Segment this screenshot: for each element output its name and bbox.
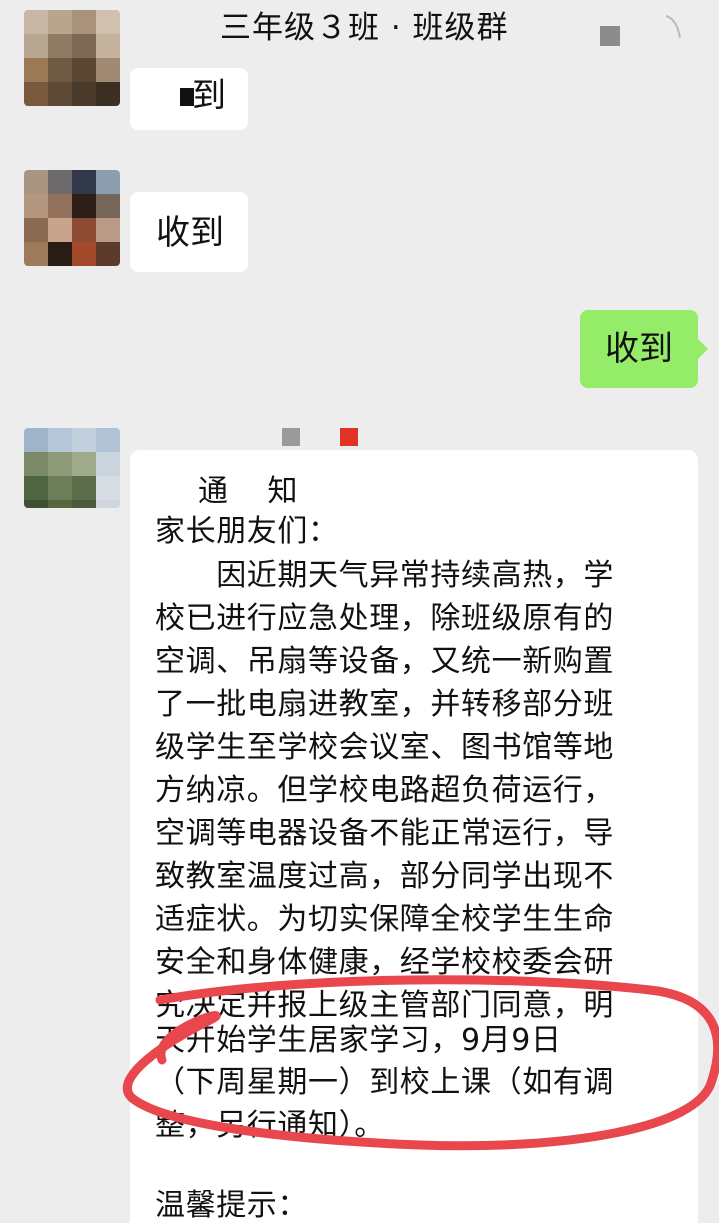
notice-line: 适症状。为切实保障全校学生生命 — [155, 902, 614, 937]
message-text: 收到 — [605, 329, 673, 369]
notice-title: 通 知 — [198, 474, 298, 509]
notice-line: 天开始学生居家学习，9月9日 — [155, 1023, 562, 1058]
curl-icon — [665, 15, 681, 39]
avatar[interactable] — [24, 170, 120, 266]
bubble-tail — [698, 339, 708, 359]
notice-line: 整，另行通知）。 — [155, 1108, 385, 1143]
notice-line: 校已进行应急处理，除班级原有的 — [155, 601, 614, 636]
notice-line: 空调等电器设备不能正常运行，导 — [155, 816, 614, 851]
notice-line: 方纳凉。但学校电路超负荷运行， — [155, 773, 614, 808]
notice-line: 究决定并报上级主管部门同意，明 — [155, 988, 614, 1023]
sender-name-redacted — [340, 428, 358, 446]
avatar[interactable] — [24, 10, 120, 106]
chat-title: 三年级３班 · 班级群 — [220, 10, 509, 46]
notice-line: 级学生至学校会议室、图书馆等地 — [155, 730, 614, 765]
notice-tip: 温馨提示： — [155, 1188, 308, 1223]
message-text: 到 — [192, 76, 226, 116]
more-icon[interactable] — [600, 26, 620, 46]
notice-line: 空调、吊扇等设备，又统一新购置 — [155, 644, 614, 679]
avatar[interactable] — [24, 428, 120, 508]
sender-name-redacted — [282, 428, 300, 446]
notice-line: 致教室温度过高，部分同学出现不 — [155, 859, 614, 894]
notice-line: 因近期天气异常持续高热，学 — [155, 558, 614, 593]
notice-line: （下周星期一）到校上课（如有调 — [155, 1065, 614, 1100]
notice-line: 了一批电扇进教室，并转移部分班 — [155, 687, 614, 722]
notice-line: 安全和身体健康，经学校校委会研 — [155, 945, 614, 980]
message-text: 收到 — [156, 213, 224, 253]
notice-greeting: 家长朋友们： — [155, 514, 339, 549]
chat-screen: 三年级３班 · 班级群 到 收到 收到 通 知 家长朋友们： 因近期天气异常持续… — [0, 0, 719, 1223]
